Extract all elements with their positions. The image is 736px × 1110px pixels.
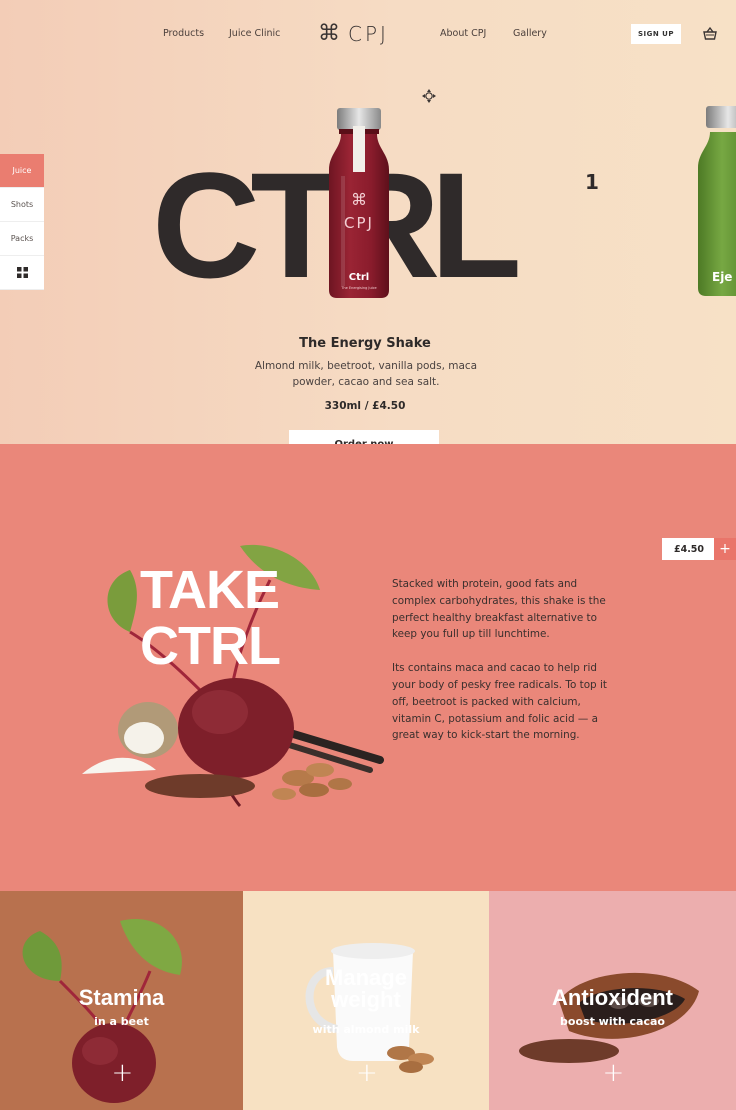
card-weight-plus-icon[interactable]: + — [356, 1060, 378, 1086]
card-antioxident[interactable]: Antioxident boost with cacao + — [489, 891, 736, 1110]
benefit-cards: Stamina in a beet + Manage weight with a… — [0, 891, 736, 1110]
card-weight-title-line-1: Manage — [325, 965, 407, 990]
feature-paragraph-1: Stacked with protein, good fats and comp… — [392, 578, 606, 641]
bottle-logo-symbol: ⌘ — [351, 190, 367, 209]
card-antioxident-title: Antioxident — [552, 985, 673, 1010]
bottle-name: Ctrl — [348, 272, 370, 283]
product-title: The Energy Shake — [299, 336, 431, 351]
card-manage-weight[interactable]: Manage weight with almond milk + — [243, 891, 489, 1110]
card-weight-title-line-2: weight — [331, 987, 401, 1012]
take-ctrl-headline: TAKE CTRL — [140, 560, 281, 676]
basket-icon[interactable] — [702, 26, 718, 42]
nav-gallery[interactable]: Gallery — [513, 28, 547, 39]
logo-text: CPJ — [348, 22, 389, 46]
tab-packs[interactable]: Packs — [0, 222, 44, 256]
category-tabs: Juice Shots Packs — [0, 154, 44, 290]
logo[interactable]: ⌘ CPJ — [318, 22, 389, 46]
top-nav: Products Juice Clinic ⌘ CPJ About CPJ Ga… — [0, 22, 736, 46]
tab-juice[interactable]: Juice — [0, 154, 44, 188]
card-weight-title: Manage weight — [243, 967, 489, 1011]
card-stamina-plus-icon[interactable]: + — [112, 1060, 134, 1086]
product-price: 330ml / £4.50 — [324, 400, 406, 412]
feature-paragraph-2: Its contains maca and cacao to help rid … — [392, 662, 607, 742]
move-cursor-icon — [422, 89, 436, 103]
nav-products[interactable]: Products — [163, 28, 204, 39]
card-antioxident-plus-icon[interactable]: + — [603, 1060, 625, 1086]
product-description: Almond milk, beetroot, vanilla pods, mac… — [254, 360, 478, 388]
grid-icon — [16, 267, 28, 278]
hero-section: Products Juice Clinic ⌘ CPJ About CPJ Ga… — [0, 0, 736, 458]
add-to-basket-button[interactable]: + — [714, 538, 736, 560]
headline-line-1: TAKE — [140, 560, 280, 620]
tab-shots[interactable]: Shots — [0, 188, 44, 222]
signup-button[interactable]: SIGN UP — [631, 24, 681, 44]
price-tag[interactable]: £4.50 — [662, 538, 716, 560]
feature-copy: Stacked with protein, good fats and comp… — [392, 576, 614, 744]
card-stamina[interactable]: Stamina in a beet + — [0, 891, 243, 1110]
card-weight-subtitle: with almond milk — [312, 1023, 420, 1036]
bottle-brand: CPJ — [344, 214, 374, 232]
hero-superscript: 1 — [585, 170, 599, 194]
next-bottle-name: Eje — [712, 270, 733, 284]
feature-section: £4.50 + TAKE CTRL Stacked with protein, … — [0, 444, 736, 891]
cpj-logo-icon: ⌘ — [318, 21, 340, 46]
bottle-tagline: The Energising Juice — [341, 286, 377, 290]
card-stamina-subtitle: in a beet — [94, 1015, 149, 1028]
headline-line-2: CTRL — [140, 616, 281, 676]
nav-juice-clinic[interactable]: Juice Clinic — [229, 28, 280, 39]
nav-about[interactable]: About CPJ — [440, 28, 486, 39]
card-stamina-title: Stamina — [78, 985, 165, 1010]
tab-grid[interactable] — [0, 256, 44, 290]
card-antioxident-subtitle: boost with cacao — [560, 1015, 665, 1028]
